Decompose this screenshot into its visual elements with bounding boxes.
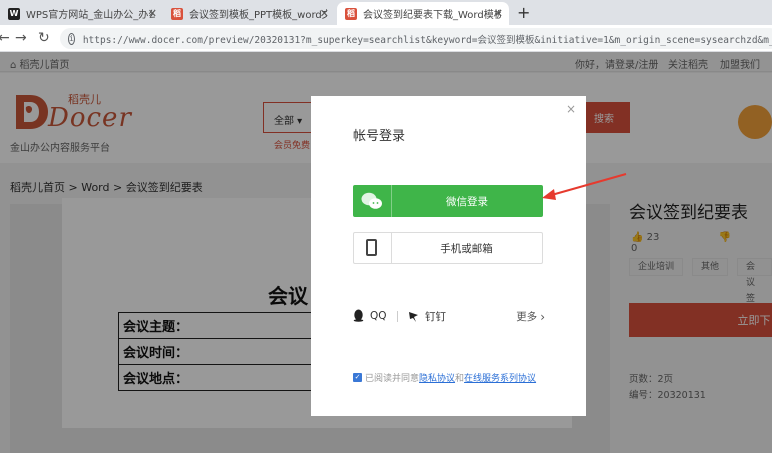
- qq-penguin-icon: [353, 309, 364, 322]
- docer-favicon-icon: 稻: [345, 7, 357, 20]
- address-bar: ← → ↻ i https://www.docer.com/preview/20…: [0, 25, 772, 52]
- url-text: https://www.docer.com/preview/20320131?m…: [82, 34, 772, 46]
- wechat-login-label: 微信登录: [446, 195, 488, 208]
- back-button[interactable]: ←: [0, 30, 10, 46]
- more-label: 更多: [516, 311, 538, 323]
- browser-tab-strip: W WPS官方网站_金山办公_办公软件 ✕ 稻 会议签到模板_PPT模板_wor…: [0, 0, 772, 25]
- phone-email-label: 手机或邮箱: [440, 242, 493, 255]
- reload-button[interactable]: ↻: [38, 30, 50, 46]
- more-logins-link[interactable]: 更多 ›: [516, 309, 545, 324]
- info-icon[interactable]: i: [68, 32, 75, 45]
- agreement-checkbox[interactable]: ✓: [353, 373, 362, 382]
- browser-tab-template-search[interactable]: 稻 会议签到模板_PPT模板_word文档 ✕: [163, 2, 335, 25]
- tab-label: 会议签到模板_PPT模板_word文档: [189, 10, 327, 21]
- phone-icon: [366, 239, 377, 256]
- agree-and: 和: [455, 374, 465, 384]
- dingtalk-icon: [409, 311, 418, 322]
- tab-label: 会议签到纪要表下载_Word模板_: [363, 10, 501, 21]
- wps-favicon-icon: W: [8, 7, 20, 20]
- wechat-icon: [361, 192, 382, 209]
- agreement-row: ✓ 已阅读并同意 隐私协议 和 在线服务系列协议: [353, 371, 536, 384]
- close-icon[interactable]: ×: [566, 102, 576, 116]
- divider: [397, 311, 398, 322]
- tab-close-icon[interactable]: ✕: [148, 7, 157, 20]
- privacy-policy-link[interactable]: 隐私协议: [419, 371, 455, 384]
- browser-tab-wps[interactable]: W WPS官方网站_金山办公_办公软件 ✕: [0, 2, 163, 25]
- agree-prefix: 已阅读并同意: [365, 374, 420, 384]
- qq-label: QQ: [370, 309, 387, 322]
- service-agreement-link[interactable]: 在线服务系列协议: [464, 371, 536, 384]
- tab-close-icon[interactable]: ✕: [320, 7, 329, 20]
- phone-email-login-button[interactable]: 手机或邮箱: [353, 232, 543, 264]
- wechat-login-button[interactable]: 微信登录: [353, 185, 543, 217]
- tab-close-icon[interactable]: ✕: [494, 7, 503, 20]
- url-input[interactable]: i https://www.docer.com/preview/20320131…: [60, 28, 772, 49]
- modal-title: 帐号登录: [353, 129, 406, 144]
- new-tab-button[interactable]: +: [517, 3, 530, 22]
- dingtalk-label: 钉钉: [425, 311, 446, 323]
- docer-favicon-icon: 稻: [171, 7, 183, 20]
- dingtalk-login-button[interactable]: 钉钉: [408, 309, 446, 324]
- tab-label: WPS官方网站_金山办公_办公软件: [26, 10, 155, 21]
- browser-tab-preview[interactable]: 稻 会议签到纪要表下载_Word模板_ ✕: [337, 2, 509, 25]
- alternative-logins: QQ 钉钉 更多 ›: [353, 309, 545, 325]
- qq-login-button[interactable]: QQ: [353, 309, 387, 322]
- forward-button[interactable]: →: [15, 30, 27, 46]
- annotation-arrow-icon: [542, 173, 627, 200]
- chevron-right-icon: ›: [540, 309, 545, 324]
- login-modal: × 帐号登录 微信登录 手机或邮箱 QQ 钉钉 更多 › ✓ 已阅读并同意 隐私…: [311, 96, 586, 416]
